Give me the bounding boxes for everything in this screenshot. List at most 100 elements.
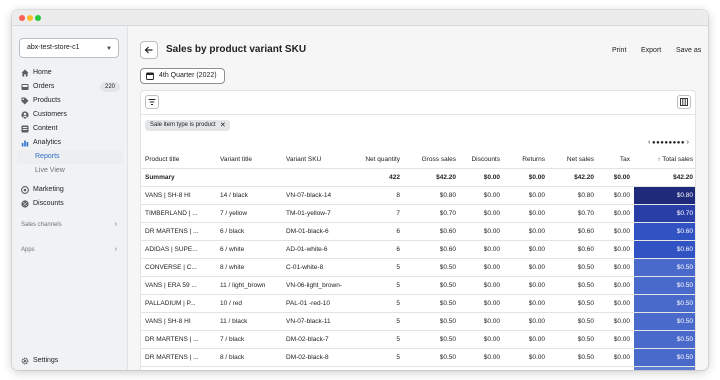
column-header[interactable]: Net sales: [549, 151, 598, 169]
sidebar-item-marketing[interactable]: Marketing: [17, 183, 123, 197]
chevron-right-icon[interactable]: ›: [687, 139, 689, 146]
sidebar-item-label: Marketing: [33, 186, 64, 193]
table-row: VANS | SH-8 HI6 / blackVN-07-black-64$0.…: [141, 366, 695, 370]
table-cell: $0.70: [404, 204, 460, 223]
table-cell: $0.50: [634, 258, 695, 277]
export-button[interactable]: Export: [641, 47, 661, 54]
columns-button[interactable]: [677, 95, 691, 109]
orders-count-badge: 220: [99, 82, 120, 92]
table-cell: 4: [351, 366, 404, 370]
sidebar-item-label: Settings: [33, 357, 59, 364]
sidebar-item-settings[interactable]: Settings: [17, 354, 123, 368]
table-cell: $0.00: [598, 186, 634, 205]
table-cell: $0.50: [549, 330, 598, 349]
filter-button[interactable]: [145, 95, 159, 109]
back-button[interactable]: [140, 41, 158, 59]
column-header[interactable]: Product title: [141, 151, 216, 169]
table-cell: $42.20: [404, 168, 460, 187]
column-header[interactable]: Tax: [598, 151, 634, 169]
table-cell: VANS | SH-8 HI: [141, 366, 216, 370]
print-button[interactable]: Print: [612, 47, 626, 54]
table-row: CONVERSE | C... 8 / white C-01-white-8 5 $0.…: [141, 258, 695, 277]
column-header[interactable]: Variant SKU: [282, 151, 351, 169]
table-row: ADIDAS | SUPE... 6 / white AD-01-white-6 6 $…: [141, 240, 695, 259]
table-cell: $0.00: [460, 348, 504, 367]
zoom-window-button[interactable]: [35, 15, 41, 21]
table-cell: C-01-white-8: [282, 258, 351, 277]
sidebar-item-discounts[interactable]: Discounts: [17, 197, 123, 211]
column-pager: ‹ ●●●●●●●● ›: [648, 139, 689, 147]
table-cell: 5: [351, 312, 404, 331]
table-row: VANS | SH-8 HI 14 / black VN-07-black-14 8 $…: [141, 186, 695, 205]
table-cell: 11 / light_brown: [216, 276, 282, 295]
table-row: DR MARTENS | ... 6 / black DM-01-black-6 6 $…: [141, 222, 695, 241]
sales-channels-section[interactable]: Sales channels ›: [21, 219, 121, 231]
column-header[interactable]: Variant title: [216, 151, 282, 169]
table-cell: 14 / black: [216, 186, 282, 205]
table-cell: 6 / black: [216, 366, 282, 370]
table-cell: DR MARTENS | ...: [141, 222, 216, 241]
table-cell: $0.80: [549, 186, 598, 205]
column-header[interactable]: Returns: [504, 151, 549, 169]
sidebar-item-orders[interactable]: Orders 220: [17, 80, 123, 94]
minimize-window-button[interactable]: [27, 15, 33, 21]
table-cell: $0.00: [460, 330, 504, 349]
table-cell: PAL-01 -red-10: [282, 294, 351, 313]
table-cell: [282, 168, 351, 187]
sidebar-item-customers[interactable]: Customers: [17, 108, 123, 122]
tag-icon: [21, 97, 29, 105]
table-cell: $0.00: [460, 186, 504, 205]
table-cell: 6: [351, 240, 404, 259]
sidebar-item-reports[interactable]: Reports: [17, 150, 123, 164]
table-cell: $0.50: [404, 348, 460, 367]
sidebar-item-products[interactable]: Products: [17, 94, 123, 108]
table-cell: $0.00: [598, 294, 634, 313]
apps-section[interactable]: Apps ›: [21, 244, 121, 256]
column-header[interactable]: Discounts: [460, 151, 504, 169]
sidebar-item-live-view[interactable]: Live View: [17, 164, 123, 178]
table-cell: $0.00: [504, 330, 549, 349]
table-cell: $0.00: [598, 258, 634, 277]
table-cell: $0.00: [598, 330, 634, 349]
table-row: DR MARTENS | ... 7 / black DM-02-black-7 5 $…: [141, 330, 695, 349]
sidebar-item-content[interactable]: Content: [17, 122, 123, 136]
sidebar-item-home[interactable]: Home: [17, 66, 123, 80]
date-range-button[interactable]: 4th Quarter (2022): [140, 68, 225, 84]
sidebar-item-label: Products: [33, 97, 61, 104]
table-cell: ADIDAS | SUPE...: [141, 240, 216, 259]
filter-chip[interactable]: Sale item type is product ✕: [145, 120, 230, 131]
close-icon[interactable]: ✕: [220, 120, 226, 131]
table-cell: $0.50: [404, 276, 460, 295]
table-cell: VN-07-black-11: [282, 312, 351, 331]
gear-icon: [21, 357, 29, 365]
column-header[interactable]: Gross sales: [404, 151, 460, 169]
table-cell: $0.70: [549, 204, 598, 223]
table-cell: 7 / yellow: [216, 204, 282, 223]
table-cell: $0.50: [404, 258, 460, 277]
table-cell: $0.40: [634, 366, 695, 370]
store-selector[interactable]: abx-test-store-c1 ▼: [19, 38, 119, 58]
table-cell: 5: [351, 330, 404, 349]
table-row: VANS | SH-8 HI 11 / black VN-07-black-11 5 $…: [141, 312, 695, 331]
table-cell: $0.50: [634, 294, 695, 313]
sidebar-item-label: Customers: [33, 111, 67, 118]
sidebar-item-label: Live View: [35, 167, 65, 174]
table-row: VANS | ERA 59 ... 11 / light_brown VN-06-l…: [141, 276, 695, 295]
close-window-button[interactable]: [19, 15, 25, 21]
column-header[interactable]: ↑ Total sales: [634, 151, 695, 169]
table-cell: 6 / white: [216, 240, 282, 259]
save-as-button[interactable]: Save as: [676, 47, 701, 54]
table-cell: $0.00: [460, 312, 504, 331]
target-icon: [21, 186, 29, 194]
table-cell: $0.00: [460, 222, 504, 241]
table-cell: 5: [351, 276, 404, 295]
column-header[interactable]: Net quantity: [351, 151, 404, 169]
sidebar-item-label: Discounts: [33, 200, 64, 207]
table-row: TIMBERLAND | ... 7 / yellow TM-01-yellow-7…: [141, 204, 695, 223]
chevron-left-icon[interactable]: ‹: [648, 139, 650, 146]
table-cell: $0.00: [598, 312, 634, 331]
sidebar-item-analytics[interactable]: Analytics: [17, 136, 123, 150]
table-cell: DR MARTENS | ...: [141, 348, 216, 367]
table-cell: $0.00: [598, 366, 634, 370]
table-cell: $0.00: [504, 276, 549, 295]
